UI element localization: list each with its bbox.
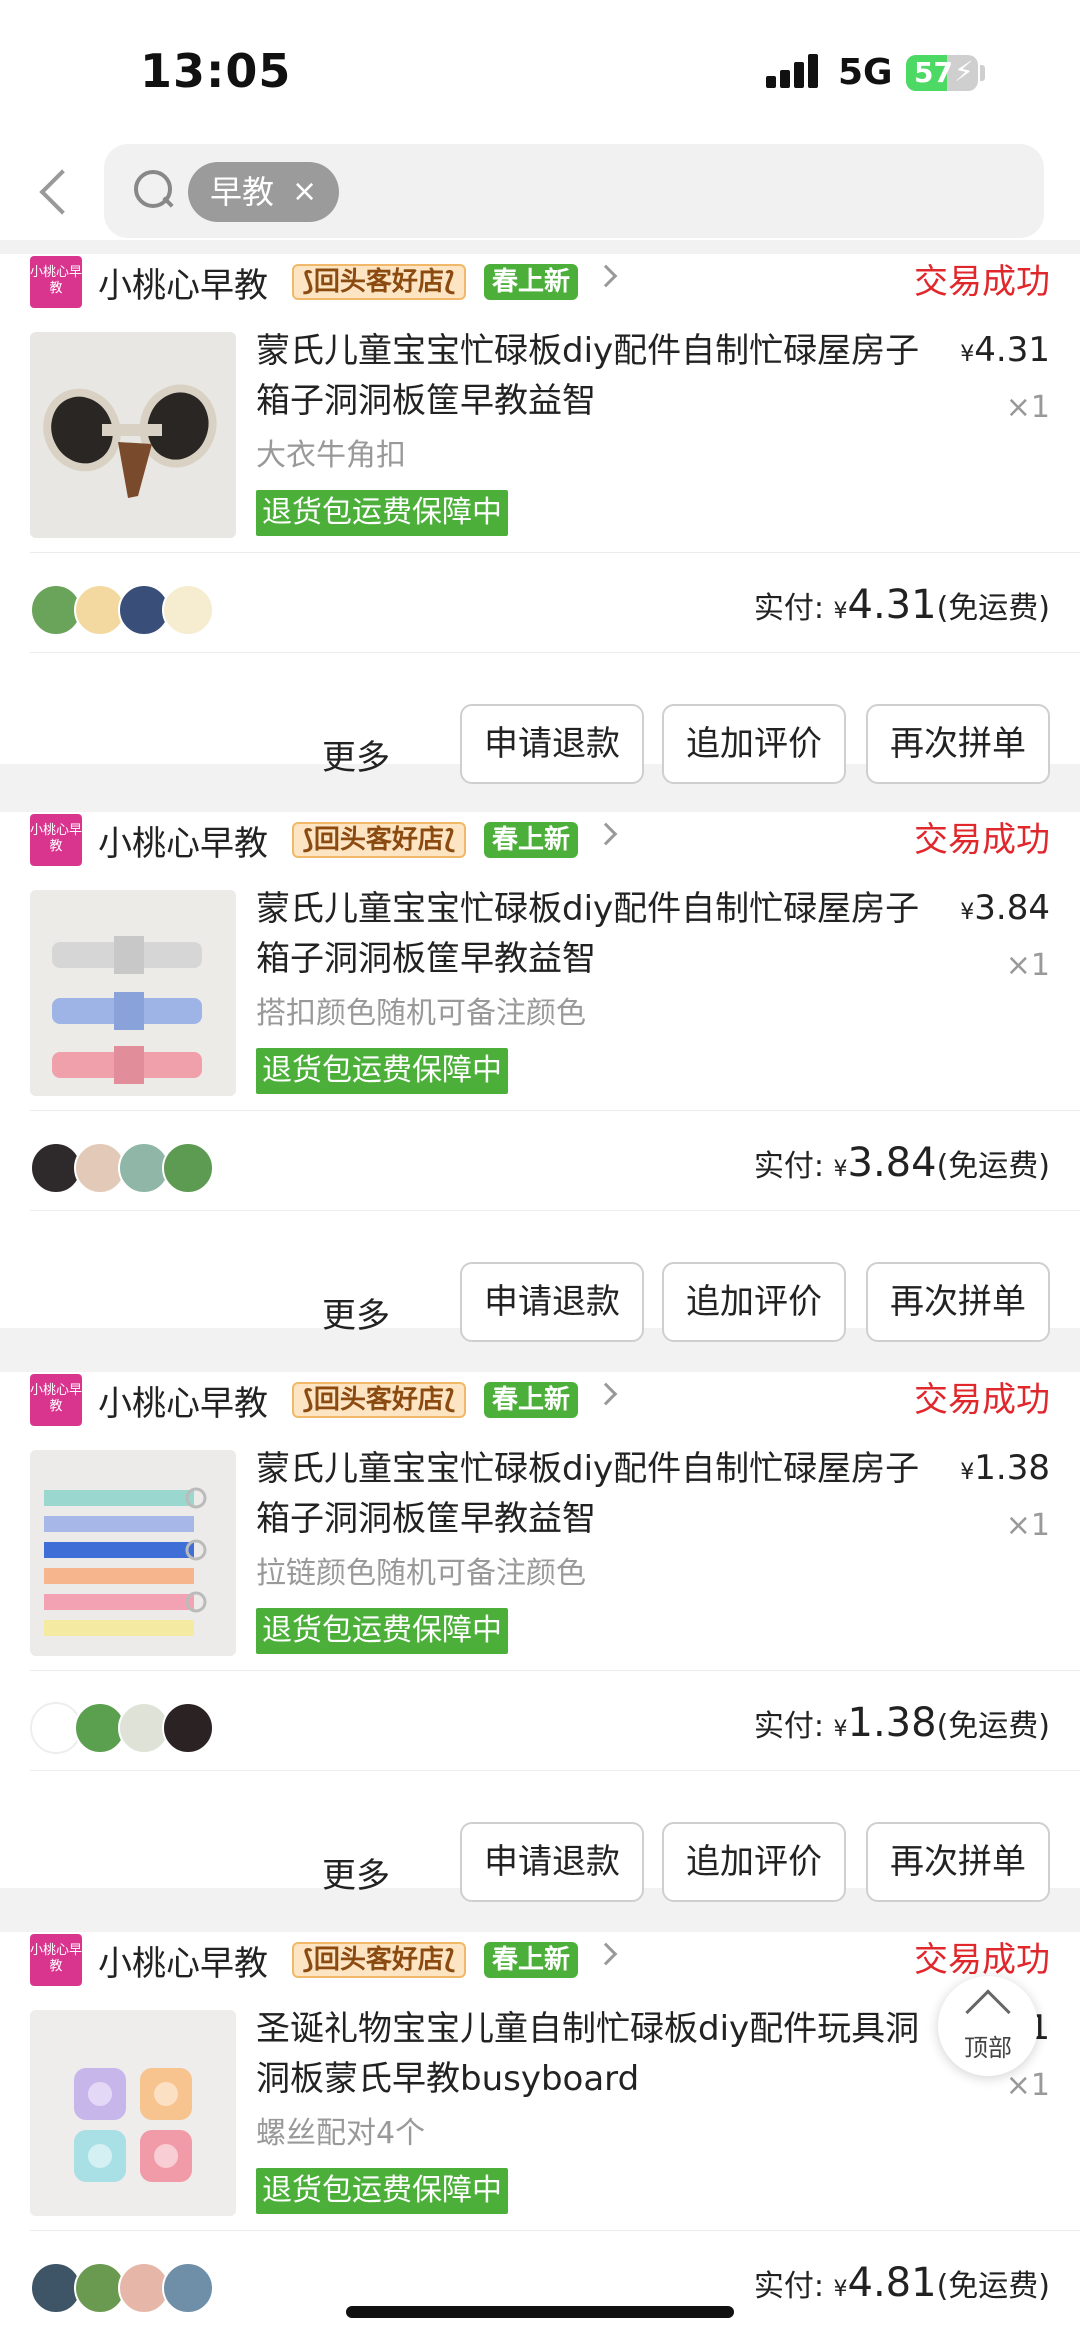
- product-spec: 螺丝配对4个: [256, 2116, 426, 2151]
- status-bar: 13:05 5G 57 ⚡: [0, 0, 1080, 140]
- order-status: 交易成功: [914, 1380, 1050, 1420]
- add-review-button[interactable]: 追加评价: [662, 1262, 846, 1342]
- product-spec: 搭扣颜色随机可备注颜色: [256, 996, 586, 1031]
- product-image[interactable]: [30, 2010, 236, 2216]
- battery-level: 57: [914, 56, 953, 89]
- order-card: 小桃心早教 小桃心早教 ⟆回头客好店⟅ 春上新 交易成功 圣诞礼物宝宝儿童自制忙…: [0, 1932, 1080, 2341]
- return-guarantee-badge: 退货包运费保障中: [256, 2168, 508, 2214]
- order-card: 小桃心早教 小桃心早教 ⟆回头客好店⟅ 春上新 交易成功 蒙氏儿童宝宝忙碌板di…: [0, 254, 1080, 784]
- repeat-customer-badge: ⟆回头客好店⟅: [292, 822, 466, 858]
- add-review-button[interactable]: 追加评价: [662, 704, 846, 784]
- unit-price: ¥3.84: [960, 888, 1050, 928]
- group-avatars: [30, 584, 230, 638]
- back-to-top-button[interactable]: 顶部: [938, 1976, 1038, 2076]
- search-header: 早教 ×: [0, 140, 1080, 240]
- paid-amount: 实付: ¥1.38(免运费): [753, 1700, 1050, 1746]
- rebuy-button[interactable]: 再次拼单: [866, 1822, 1050, 1902]
- shop-logo: 小桃心早教: [30, 1374, 82, 1426]
- quantity: ×1: [1005, 390, 1050, 425]
- order-card: 小桃心早教 小桃心早教 ⟆回头客好店⟅ 春上新 交易成功 蒙氏儿童宝宝忙碌板di…: [0, 1372, 1080, 1902]
- chevron-right-icon: [594, 1942, 618, 1966]
- unit-price: ¥1.38: [960, 1448, 1050, 1488]
- repeat-customer-badge: ⟆回头客好店⟅: [292, 264, 466, 300]
- product-spec: 大衣牛角扣: [256, 438, 406, 473]
- shop-name[interactable]: 小桃心早教: [98, 258, 268, 307]
- repeat-customer-badge: ⟆回头客好店⟅: [292, 1942, 466, 1978]
- spring-new-badge: 春上新: [484, 822, 579, 858]
- product-spec: 拉链颜色随机可备注颜色: [256, 1556, 586, 1591]
- group-avatars: [30, 2262, 230, 2316]
- more-button[interactable]: 更多: [322, 730, 390, 779]
- repeat-customer-badge: ⟆回头客好店⟅: [292, 1382, 466, 1418]
- product-image[interactable]: [30, 890, 236, 1096]
- signal-icon: [766, 52, 822, 88]
- avatar: [162, 1702, 214, 1754]
- rebuy-button[interactable]: 再次拼单: [866, 1262, 1050, 1342]
- product-image[interactable]: [30, 1450, 236, 1656]
- product-image[interactable]: [30, 332, 236, 538]
- return-guarantee-badge: 退货包运费保障中: [256, 1048, 508, 1094]
- unit-price: ¥4.31: [960, 330, 1050, 370]
- avatar: [162, 1142, 214, 1194]
- shop-name[interactable]: 小桃心早教: [98, 816, 268, 865]
- return-guarantee-badge: 退货包运费保障中: [256, 490, 508, 536]
- avatar: [162, 2262, 214, 2314]
- add-review-button[interactable]: 追加评价: [662, 1822, 846, 1902]
- shop-name[interactable]: 小桃心早教: [98, 1376, 268, 1425]
- group-avatars: [30, 1142, 230, 1196]
- quantity: ×1: [1005, 1508, 1050, 1543]
- back-icon[interactable]: [30, 162, 80, 222]
- order-status: 交易成功: [914, 820, 1050, 860]
- chevron-right-icon: [594, 822, 618, 846]
- quantity: ×1: [1005, 2068, 1050, 2103]
- more-button[interactable]: 更多: [322, 1848, 390, 1897]
- shop-logo: 小桃心早教: [30, 256, 82, 308]
- close-icon[interactable]: ×: [292, 162, 317, 222]
- search-keyword-chip[interactable]: 早教 ×: [188, 162, 340, 222]
- spring-new-badge: 春上新: [484, 1942, 579, 1978]
- home-indicator[interactable]: [346, 2306, 734, 2318]
- product-title[interactable]: 圣诞礼物宝宝儿童自制忙碌板diy配件玩具洞洞板蒙氏早教busyboard: [256, 2004, 936, 2104]
- product-title[interactable]: 蒙氏儿童宝宝忙碌板diy配件自制忙碌屋房子箱子洞洞板筐早教益智: [256, 1444, 936, 1544]
- refund-button[interactable]: 申请退款: [460, 1262, 644, 1342]
- shop-name[interactable]: 小桃心早教: [98, 1936, 268, 1985]
- order-card: 小桃心早教 小桃心早教 ⟆回头客好店⟅ 春上新 交易成功 蒙氏儿童宝宝忙碌板di…: [0, 812, 1080, 1342]
- more-button[interactable]: 更多: [322, 1288, 390, 1337]
- paid-amount: 实付: ¥4.31(免运费): [753, 582, 1050, 628]
- chevron-right-icon: [594, 1382, 618, 1406]
- group-avatars: [30, 1702, 230, 1756]
- quantity: ×1: [1005, 948, 1050, 983]
- network-type: 5G: [838, 52, 893, 93]
- shop-logo: 小桃心早教: [30, 1934, 82, 1986]
- clock: 13:05: [140, 44, 292, 98]
- chevron-right-icon: [594, 264, 618, 288]
- spring-new-badge: 春上新: [484, 1382, 579, 1418]
- product-title[interactable]: 蒙氏儿童宝宝忙碌板diy配件自制忙碌屋房子箱子洞洞板筐早教益智: [256, 884, 936, 984]
- back-to-top-label: 顶部: [964, 2034, 1012, 2062]
- paid-amount: 实付: ¥4.81(免运费): [753, 2260, 1050, 2306]
- refund-button[interactable]: 申请退款: [460, 704, 644, 784]
- spring-new-badge: 春上新: [484, 264, 579, 300]
- avatar: [162, 584, 214, 636]
- product-title[interactable]: 蒙氏儿童宝宝忙碌板diy配件自制忙碌屋房子箱子洞洞板筐早教益智: [256, 326, 936, 426]
- battery-icon: 57 ⚡: [906, 55, 978, 91]
- rebuy-button[interactable]: 再次拼单: [866, 704, 1050, 784]
- search-keyword: 早教: [210, 173, 275, 211]
- refund-button[interactable]: 申请退款: [460, 1822, 644, 1902]
- search-icon: [132, 168, 176, 212]
- order-status: 交易成功: [914, 262, 1050, 302]
- shop-logo: 小桃心早教: [30, 814, 82, 866]
- paid-amount: 实付: ¥3.84(免运费): [753, 1140, 1050, 1186]
- return-guarantee-badge: 退货包运费保障中: [256, 1608, 508, 1654]
- search-bar[interactable]: 早教 ×: [104, 144, 1044, 238]
- order-status: 交易成功: [914, 1940, 1050, 1980]
